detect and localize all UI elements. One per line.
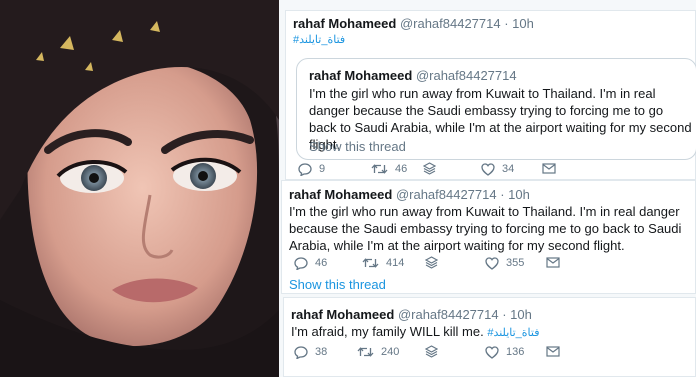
retweet-count: 414: [386, 257, 405, 269]
hashtag-link[interactable]: #فتاة_تايلند: [293, 33, 345, 46]
layers-icon: [425, 256, 438, 269]
share-button[interactable]: [425, 345, 445, 358]
reply-count: 38: [315, 346, 328, 358]
tweet-text: I'm afraid, my family WILL kill me. #فتا…: [291, 323, 539, 342]
tweet-card[interactable]: rahaf Mohameed @rahaf84427714 · 10h I'm …: [283, 297, 696, 377]
reply-button[interactable]: 46: [294, 256, 327, 270]
reply-icon: [294, 345, 308, 359]
tweet-card[interactable]: rahaf Mohameed @rahaf84427714 · 10h I'm …: [281, 180, 696, 294]
direct-message-button[interactable]: [546, 346, 567, 357]
retweet-button[interactable]: 46: [371, 162, 407, 176]
layers-icon: [425, 345, 438, 358]
envelope-icon: [546, 257, 560, 268]
retweet-icon: [362, 258, 379, 268]
like-button[interactable]: 34: [481, 162, 514, 176]
heart-icon: [481, 162, 495, 176]
retweet-button[interactable]: 240: [357, 345, 399, 359]
envelope-icon: [542, 163, 556, 174]
retweet-icon: [371, 164, 388, 174]
tweet-header: rahaf Mohameed @rahaf84427714 · 10h: [291, 307, 532, 322]
author-name[interactable]: rahaf Mohameed: [291, 307, 394, 322]
like-button[interactable]: 136: [485, 345, 524, 359]
direct-message-button[interactable]: [542, 163, 563, 174]
tweet-time[interactable]: · 10h: [502, 307, 532, 322]
reply-button[interactable]: 38: [294, 345, 327, 359]
direct-message-button[interactable]: [546, 257, 567, 268]
portrait-photo: [0, 0, 279, 377]
tweet-text-content: I'm afraid, my family WILL kill me.: [291, 324, 484, 339]
retweet-count: 240: [381, 346, 400, 358]
quoted-author-name: rahaf Mohameed: [309, 68, 413, 83]
show-thread-link[interactable]: Show this thread: [309, 139, 406, 154]
tweet-header: rahaf Mohameed @rahaf84427714 · 10h: [293, 16, 534, 31]
tweet-header: rahaf Mohameed @rahaf84427714 · 10h: [289, 187, 530, 202]
reply-count: 46: [315, 257, 328, 269]
author-handle[interactable]: @rahaf84427714: [400, 16, 501, 31]
envelope-icon: [546, 346, 560, 357]
show-thread-link[interactable]: Show this thread: [289, 277, 386, 292]
like-button[interactable]: 355: [485, 256, 524, 270]
reply-button[interactable]: 9: [298, 162, 325, 176]
retweet-icon: [357, 347, 374, 357]
heart-icon: [485, 345, 499, 359]
tweets-panel: rahaf Mohameed @rahaf84427714 · 10h #فتا…: [279, 0, 696, 377]
tweet-card[interactable]: rahaf Mohameed @rahaf84427714 · 10h #فتا…: [285, 10, 696, 180]
quoted-header: rahaf Mohameed @rahaf84427714: [309, 68, 517, 83]
tweet-time[interactable]: · 10h: [504, 16, 534, 31]
author-handle[interactable]: @rahaf84427714: [398, 307, 499, 322]
retweet-button[interactable]: 414: [362, 256, 404, 270]
like-count: 136: [506, 346, 525, 358]
author-handle[interactable]: @rahaf84427714: [396, 187, 497, 202]
tweet-time[interactable]: · 10h: [500, 187, 530, 202]
quoted-author-handle: @rahaf84427714: [415, 68, 517, 83]
share-button[interactable]: [423, 162, 443, 175]
author-name[interactable]: rahaf Mohameed: [293, 16, 396, 31]
like-count: 34: [502, 163, 515, 175]
reply-icon: [298, 162, 312, 176]
share-button[interactable]: [425, 256, 445, 269]
tweet-text: I'm the girl who run away from Kuwait to…: [289, 204, 682, 253]
retweet-count: 46: [395, 163, 408, 175]
quoted-tweet[interactable]: rahaf Mohameed @rahaf84427714 I'm the gi…: [296, 58, 696, 160]
reply-count: 9: [319, 163, 326, 175]
like-count: 355: [506, 257, 525, 269]
layers-icon: [423, 162, 436, 175]
author-name[interactable]: rahaf Mohameed: [289, 187, 392, 202]
reply-icon: [294, 256, 308, 270]
heart-icon: [485, 256, 499, 270]
hashtag-link[interactable]: #فتاة_تايلند: [487, 327, 539, 339]
